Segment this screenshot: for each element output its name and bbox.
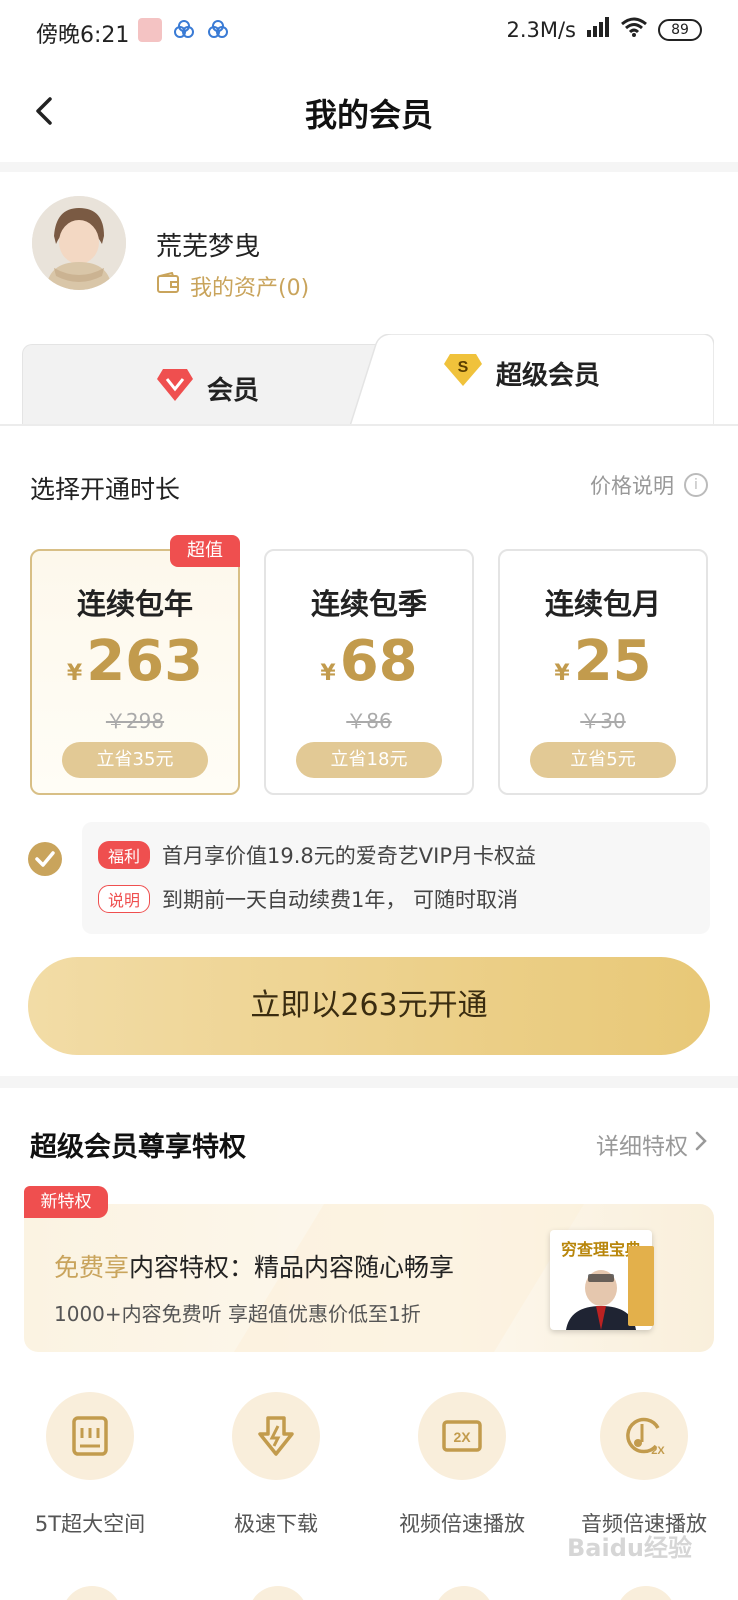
wifi-icon (620, 16, 648, 43)
value-badge: 超值 (170, 535, 240, 567)
feature-label: 视频倍速播放 (399, 1512, 525, 1536)
gold-s-diamond-icon: S (442, 352, 484, 395)
plan-saving-pill: 立省35元 (62, 742, 208, 778)
plan-price: ¥68 (320, 629, 418, 694)
status-bar: 傍晚6:21 2.3M/s 89 (0, 0, 738, 62)
divider (0, 1076, 738, 1088)
plan-name: 连续包年 (76, 587, 193, 621)
svg-text:2X: 2X (651, 1445, 665, 1457)
content-privilege-card[interactable]: 免费享内容特权：精品内容随心畅享 1000+内容免费听 享超值优惠价低至1折 穷… (24, 1204, 714, 1352)
tab-super-member[interactable]: S 超级会员 (350, 334, 714, 426)
promo-main-text: 免费享内容特权：精品内容随心畅享 (54, 1253, 455, 1282)
activate-now-button[interactable]: 立即以263元开通 (28, 957, 710, 1055)
feature-fast-download[interactable]: 极速下载 (186, 1392, 366, 1538)
user-name: 荒芜梦曳 (156, 232, 261, 262)
svg-text:S: S (458, 359, 469, 376)
privileges-title: 超级会员尊享特权 (30, 1132, 246, 1163)
select-duration-title: 选择开通时长 (30, 475, 181, 504)
watermark: Baidu经验 (567, 1534, 692, 1562)
plan-price: ¥263 (66, 629, 204, 694)
tab-super-member-label: 超级会员 (496, 361, 601, 391)
page-title: 我的会员 (304, 96, 433, 134)
cloud-app-icon (172, 18, 196, 42)
plan-card-quarterly[interactable]: 连续包季 ¥68 ￥86 立省18元 (264, 549, 474, 795)
welfare-text: 首月享价值19.8元的爱奇艺VIP月卡权益 (162, 844, 536, 868)
audio-speed-icon: 2X (600, 1392, 688, 1480)
new-privilege-badge: 新特权 (24, 1186, 108, 1218)
plan-card-yearly[interactable]: 超值 连续包年 ¥263 ￥298 立省35元 (30, 535, 240, 795)
chevron-right-icon (694, 1130, 708, 1158)
my-assets-label: 我的资产(0) (190, 276, 310, 301)
red-diamond-icon (155, 367, 195, 410)
plan-name: 连续包季 (310, 587, 427, 621)
feature-video-speed[interactable]: 2X 视频倍速播放 (372, 1392, 552, 1538)
feature-storage[interactable]: 5T超大空间 (0, 1392, 180, 1538)
promo-sub-text: 1000+内容免费听 享超值优惠价低至1折 (54, 1302, 421, 1326)
status-right: 2.3M/s 89 (506, 16, 702, 43)
status-time: 傍晚6:21 (36, 23, 130, 48)
detailed-privileges-label: 详细特权 (596, 1134, 688, 1160)
agree-check-icon[interactable] (28, 842, 62, 876)
feature-icon-partial (248, 1586, 308, 1600)
avatar[interactable] (32, 196, 126, 290)
plan-card-monthly[interactable]: 连续包月 ¥25 ￥30 立省5元 (498, 549, 708, 795)
cloud-app-icon-2 (206, 18, 230, 42)
membership-tabs: 会员 S 超级会员 (0, 334, 738, 426)
detailed-privileges-link[interactable]: 详细特权 (596, 1127, 708, 1161)
welfare-tag: 福利 (98, 841, 151, 869)
fast-download-icon (232, 1392, 320, 1480)
status-app-icons (138, 18, 230, 42)
wallet-icon (156, 271, 180, 300)
benefit-line-note: 说明 到期前一天自动续费1年， 可随时取消 (98, 884, 518, 914)
plan-saving-pill: 立省18元 (296, 742, 442, 778)
price-info-link[interactable]: 价格说明 i (590, 470, 708, 500)
video-speed-icon: 2X (418, 1392, 506, 1480)
info-icon: i (684, 473, 708, 497)
plan-price: ¥25 (554, 629, 652, 694)
note-text: 到期前一天自动续费1年， 可随时取消 (162, 888, 519, 912)
tab-member[interactable]: 会员 (22, 344, 382, 426)
header: 我的会员 (0, 62, 738, 162)
svg-text:2X: 2X (453, 1429, 471, 1445)
benefit-box: 福利 首月享价值19.8元的爱奇艺VIP月卡权益 说明 到期前一天自动续费1年，… (82, 822, 710, 934)
tabs-bottom-line (0, 424, 738, 426)
plan-original-price: ￥86 (346, 709, 392, 733)
feature-audio-speed[interactable]: 2X 音频倍速播放 (554, 1392, 734, 1538)
feature-icon-partial (434, 1586, 494, 1600)
feature-label: 极速下载 (234, 1512, 318, 1536)
feature-label: 5T超大空间 (34, 1512, 146, 1536)
notification-app-icon (138, 18, 162, 42)
note-tag: 说明 (98, 885, 151, 913)
network-speed: 2.3M/s (506, 17, 576, 42)
benefit-line-welfare: 福利 首月享价值19.8元的爱奇艺VIP月卡权益 (98, 840, 536, 870)
battery-icon: 89 (658, 18, 702, 41)
plan-name: 连续包月 (544, 587, 661, 621)
feature-icon-partial (62, 1586, 122, 1600)
storage-icon (46, 1392, 134, 1480)
tab-member-label: 会员 (207, 376, 260, 406)
plan-original-price: ￥298 (105, 709, 165, 733)
price-info-label: 价格说明 (590, 474, 674, 498)
plan-original-price: ￥30 (580, 709, 626, 733)
divider (0, 162, 738, 172)
feature-icon-partial (616, 1586, 676, 1600)
plan-saving-pill: 立省5元 (530, 742, 676, 778)
book-spine-image (628, 1246, 654, 1326)
my-assets-link[interactable]: 我的资产(0) (156, 270, 309, 302)
signal-icon (586, 16, 610, 43)
